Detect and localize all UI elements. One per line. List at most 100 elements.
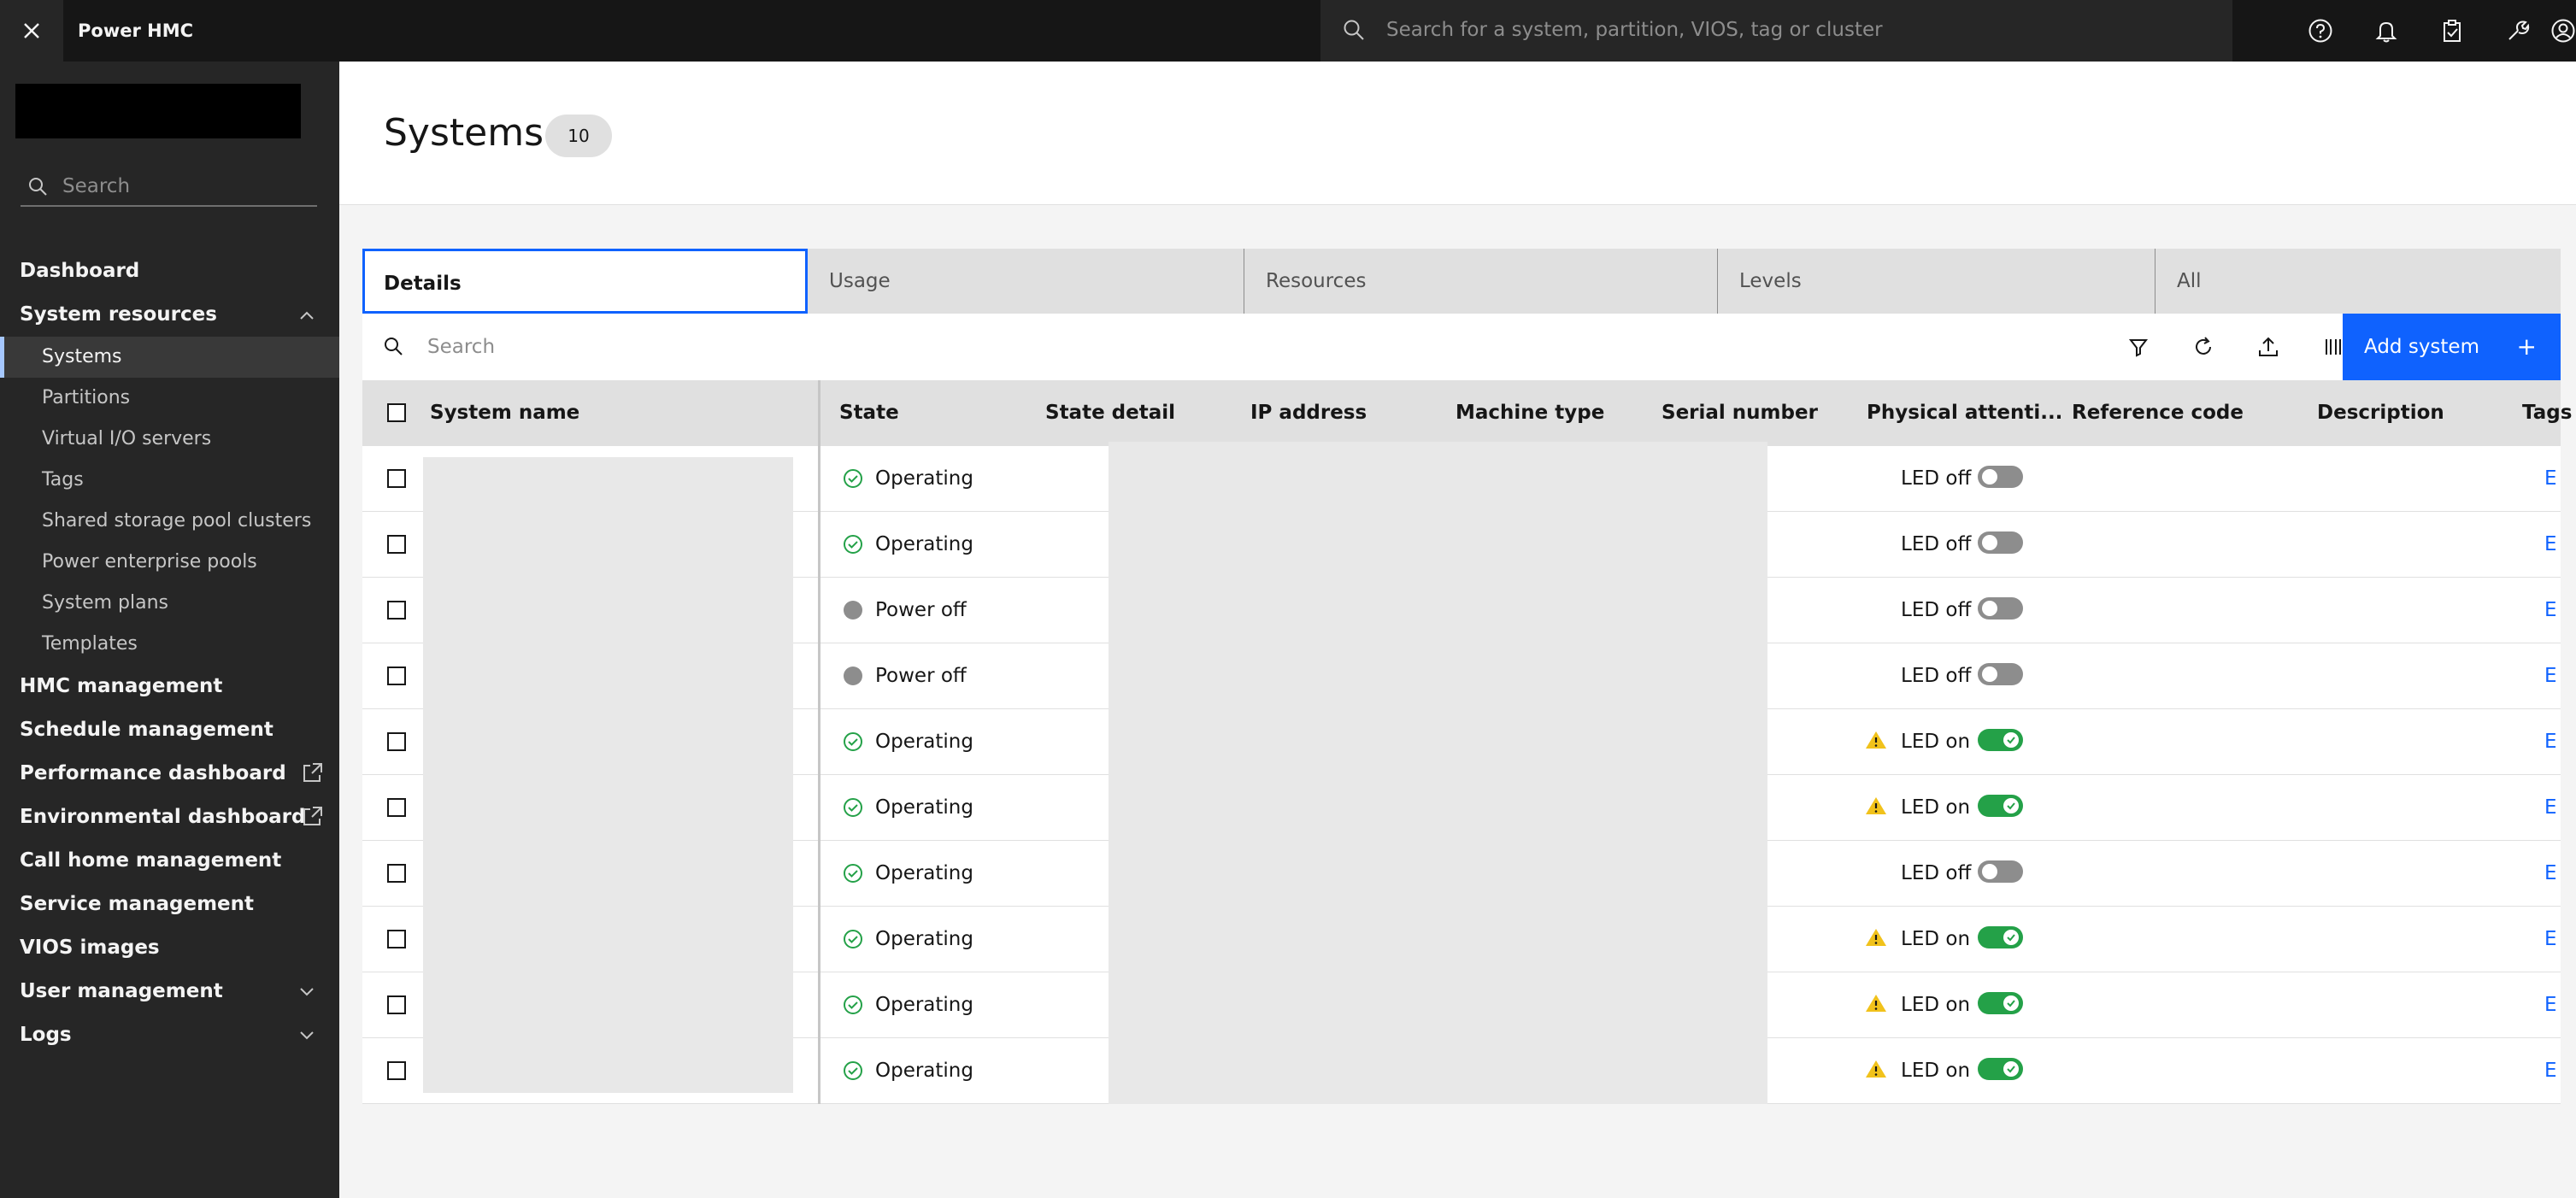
- refresh-button[interactable]: [2178, 314, 2229, 380]
- sidebar-item-schedule-management[interactable]: Schedule management: [0, 708, 339, 752]
- column-header-ip-address[interactable]: IP address: [1250, 380, 1367, 446]
- user-button[interactable]: [2550, 0, 2576, 62]
- state-text: Operating: [875, 928, 973, 950]
- row-checkbox[interactable]: [387, 535, 406, 554]
- column-header-machine-type[interactable]: Machine type: [1456, 380, 1604, 446]
- led-toggle[interactable]: [1978, 597, 2023, 620]
- sidebar: Search Dashboard System resources System…: [0, 62, 339, 1198]
- add-system-button[interactable]: Add system +: [2343, 314, 2561, 380]
- table-search-input[interactable]: Search: [427, 314, 495, 380]
- sidebar-item-system-plans[interactable]: System plans: [0, 583, 339, 624]
- sidebar-item-label: Systems: [42, 346, 122, 367]
- led-status-text: LED on: [1901, 1060, 1971, 1082]
- tasks-button[interactable]: [2419, 0, 2485, 62]
- sidebar-item-environmental-dashboard[interactable]: Environmental dashboard: [0, 796, 339, 839]
- power-off-icon: [844, 667, 862, 685]
- sidebar-item-performance-dashboard[interactable]: Performance dashboard: [0, 752, 339, 796]
- export-button[interactable]: [2243, 314, 2294, 380]
- tags-link[interactable]: E: [2544, 709, 2557, 774]
- warning-icon: [1866, 929, 1886, 946]
- sidebar-item-dashboard[interactable]: Dashboard: [0, 250, 339, 293]
- sidebar-item-hmc-management[interactable]: HMC management: [0, 665, 339, 708]
- tags-link[interactable]: E: [2544, 578, 2557, 643]
- tab-resources[interactable]: Resources: [1244, 249, 1718, 314]
- check-circle-icon: [844, 469, 862, 488]
- toggle-knob: [1982, 667, 1997, 682]
- tags-link[interactable]: E: [2544, 775, 2557, 840]
- led-toggle[interactable]: [1978, 992, 2023, 1014]
- chevron-down-icon: [300, 1031, 314, 1040]
- sidebar-item-logs[interactable]: Logs: [0, 1013, 339, 1057]
- sidebar-item-user-management[interactable]: User management: [0, 970, 339, 1013]
- column-header-serial-number[interactable]: Serial number: [1661, 380, 1818, 446]
- close-menu-button[interactable]: [0, 0, 63, 62]
- select-all-checkbox[interactable]: [387, 403, 406, 422]
- sidebar-item-label: Environmental dashboard: [20, 806, 306, 828]
- tags-link[interactable]: E: [2544, 643, 2557, 708]
- row-checkbox[interactable]: [387, 1061, 406, 1080]
- global-search[interactable]: Search for a system, partition, VIOS, ta…: [1320, 0, 2232, 62]
- tags-link[interactable]: E: [2544, 446, 2557, 511]
- column-header-reference-code[interactable]: Reference code: [2072, 380, 2244, 446]
- led-toggle[interactable]: [1978, 926, 2023, 948]
- tab-all[interactable]: All: [2155, 249, 2561, 314]
- sidebar-item-systems[interactable]: Systems: [0, 337, 339, 378]
- sidebar-nav: Dashboard System resources Systems Parti…: [0, 250, 339, 1057]
- row-checkbox[interactable]: [387, 601, 406, 620]
- tags-link[interactable]: E: [2544, 512, 2557, 577]
- filter-button[interactable]: [2113, 314, 2164, 380]
- sidebar-item-partitions[interactable]: Partitions: [0, 378, 339, 419]
- led-toggle[interactable]: [1978, 466, 2023, 488]
- tags-link[interactable]: E: [2544, 841, 2557, 906]
- tags-link[interactable]: E: [2544, 972, 2557, 1037]
- sidebar-item-system-resources[interactable]: System resources: [0, 293, 339, 337]
- sidebar-item-tags[interactable]: Tags: [0, 460, 339, 501]
- sidebar-item-service-management[interactable]: Service management: [0, 883, 339, 926]
- row-checkbox[interactable]: [387, 930, 406, 948]
- sidebar-item-virtual-io-servers[interactable]: Virtual I/O servers: [0, 419, 339, 460]
- led-toggle[interactable]: [1978, 531, 2023, 554]
- sidebar-item-templates[interactable]: Templates: [0, 624, 339, 665]
- row-checkbox[interactable]: [387, 667, 406, 685]
- sidebar-item-call-home-management[interactable]: Call home management: [0, 839, 339, 883]
- led-toggle[interactable]: [1978, 663, 2023, 685]
- check-circle-icon: [844, 535, 862, 554]
- table-header: System name State State detail IP addres…: [362, 380, 2572, 446]
- tab-usage[interactable]: Usage: [808, 249, 1244, 314]
- led-toggle[interactable]: [1978, 729, 2023, 751]
- state-text: Power off: [875, 599, 967, 621]
- toggle-knob: [1982, 601, 1997, 616]
- row-checkbox[interactable]: [387, 798, 406, 817]
- column-header-system-name[interactable]: System name: [430, 380, 579, 446]
- tags-link[interactable]: E: [2544, 1038, 2557, 1103]
- sidebar-search-input[interactable]: Search: [21, 167, 317, 207]
- page-title: Systems: [384, 111, 544, 155]
- tools-button[interactable]: [2485, 0, 2550, 62]
- column-header-state-detail[interactable]: State detail: [1045, 380, 1175, 446]
- notifications-button[interactable]: [2353, 0, 2419, 62]
- column-header-description[interactable]: Description: [2317, 380, 2444, 446]
- table-toolbar: Search Add system +: [362, 314, 2561, 380]
- sidebar-item-power-enterprise-pools[interactable]: Power enterprise pools: [0, 542, 339, 583]
- redacted-details: [1109, 442, 1767, 1121]
- tags-link[interactable]: E: [2544, 907, 2557, 972]
- column-header-tags[interactable]: Tags: [2522, 380, 2572, 446]
- column-header-state[interactable]: State: [839, 380, 899, 446]
- state-text: Power off: [875, 665, 967, 687]
- led-toggle[interactable]: [1978, 795, 2023, 817]
- led-toggle[interactable]: [1978, 1058, 2023, 1080]
- row-checkbox[interactable]: [387, 864, 406, 883]
- help-button[interactable]: [2287, 0, 2353, 62]
- column-header-physical-attention[interactable]: Physical attenti...: [1867, 380, 2062, 446]
- row-checkbox[interactable]: [387, 732, 406, 751]
- tab-details[interactable]: Details: [362, 249, 808, 314]
- app-title[interactable]: Power HMC: [78, 0, 193, 62]
- sidebar-item-vios-images[interactable]: VIOS images: [0, 926, 339, 970]
- sidebar-item-shared-storage-pool-clusters[interactable]: Shared storage pool clusters: [0, 501, 339, 542]
- led-toggle[interactable]: [1978, 860, 2023, 883]
- sidebar-item-label: Dashboard: [20, 260, 140, 282]
- row-checkbox[interactable]: [387, 469, 406, 488]
- row-checkbox[interactable]: [387, 995, 406, 1014]
- tab-levels[interactable]: Levels: [1718, 249, 2155, 314]
- refresh-icon: [2196, 337, 2211, 355]
